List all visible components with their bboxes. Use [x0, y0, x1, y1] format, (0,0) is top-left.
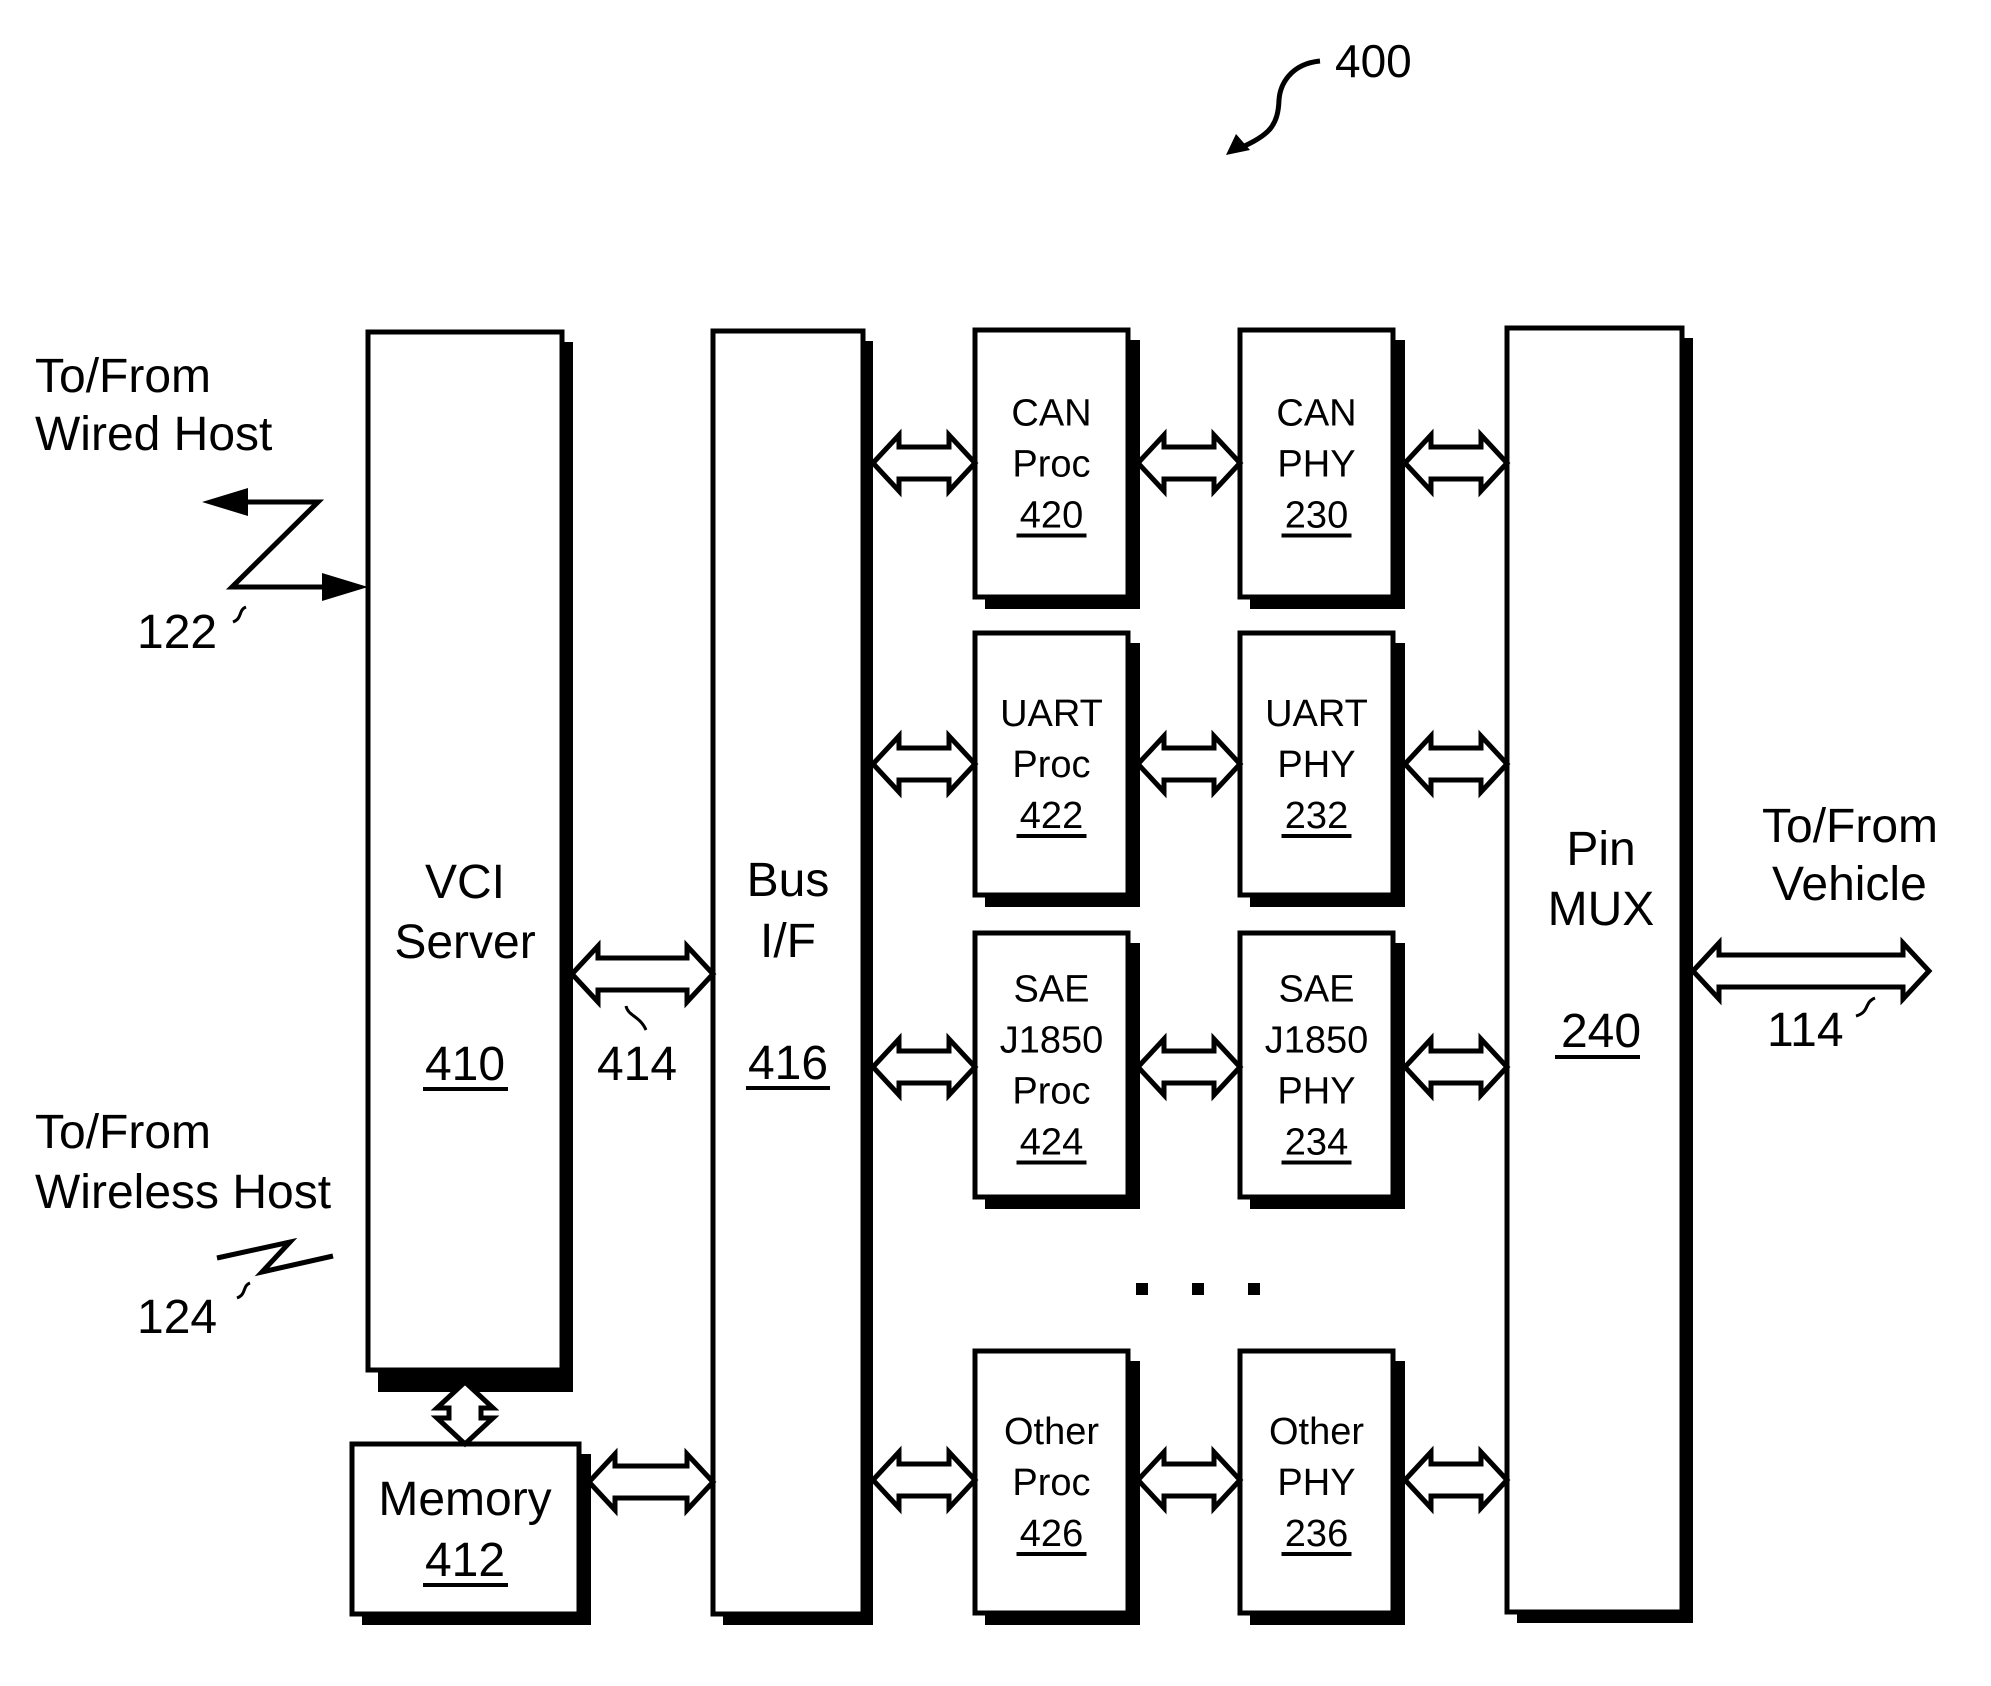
wired-host-link: To/From Wired Host 122 [35, 350, 368, 659]
more-channels-ellipsis [1136, 1283, 1260, 1295]
phy-232-label-line1: UART [1265, 693, 1368, 735]
proc-422-ref: 422 [1020, 795, 1083, 837]
ellipsis-dot [1192, 1283, 1204, 1295]
memory-label: Memory [378, 1473, 551, 1526]
wireless-host-label-line2: Wireless Host [35, 1166, 331, 1219]
figure-reference: 400 [1226, 35, 1412, 155]
bus-to-proc-arrow [869, 428, 979, 498]
pinmux-to-vehicle-arrow [1689, 936, 1933, 1006]
vci-server-label-line2: Server [394, 916, 535, 969]
bus-if-label-line1: Bus [747, 854, 830, 907]
phy-to-pinmux-arrow [1401, 729, 1511, 799]
phy-230-ref: 230 [1285, 495, 1348, 537]
vehicle-label-line1: To/From [1762, 800, 1938, 853]
vci-server-block[interactable]: VCI Server 410 [365, 329, 573, 1392]
wireless-lightning-icon [216, 1237, 334, 1277]
pin-mux-box[interactable] [1504, 325, 1685, 1615]
arrow-left-icon [202, 488, 248, 516]
proc-to-phy-arrow [1134, 1032, 1244, 1102]
block-diagram: 400 To/From Wired Host 122 To/From Wirel… [35, 35, 1938, 1625]
bus-to-proc-arrow [869, 729, 979, 799]
vci-server-box[interactable] [365, 329, 565, 1373]
phy-234-label-line2: J1850 [1265, 1020, 1369, 1062]
bus-if-label-line2: I/F [760, 915, 816, 968]
phy-232-ref: 232 [1285, 795, 1348, 837]
bus-to-proc-arrow [869, 1445, 979, 1515]
phy-234-block[interactable]: SAE J1850 PHY 234 [1237, 930, 1405, 1209]
bus-to-proc-arrow [869, 1032, 979, 1102]
ellipsis-dot [1248, 1283, 1260, 1295]
proc-422-block[interactable]: UART Proc 422 [972, 630, 1140, 907]
proc-420-ref: 420 [1020, 495, 1083, 537]
proc-426-ref: 426 [1020, 1513, 1083, 1555]
proc-424-label-line3: Proc [1012, 1071, 1090, 1113]
vehicle-link: To/From Vehicle 114 [1762, 800, 1938, 1057]
proc-to-phy-arrow [1134, 1445, 1244, 1515]
vci-bus-link-ref: 414 [597, 1038, 677, 1091]
ref-leader-squiggle [624, 1005, 648, 1031]
ellipsis-dot [1136, 1283, 1148, 1295]
proc-420-label-line1: CAN [1011, 393, 1091, 435]
memory-ref: 412 [425, 1534, 505, 1587]
phy-to-pinmux-arrow [1401, 1445, 1511, 1515]
wired-host-ref: 122 [137, 606, 217, 659]
phy-to-pinmux-arrow [1401, 1032, 1511, 1102]
pin-mux-label-line2: MUX [1548, 883, 1655, 936]
arrow-right-icon [322, 573, 368, 601]
phy-236-label-line2: PHY [1277, 1462, 1355, 1504]
ref-leader-squiggle [232, 605, 247, 624]
phy-232-label-line2: PHY [1277, 744, 1355, 786]
proc-420-label-line2: Proc [1012, 444, 1090, 486]
phy-230-label-line2: PHY [1277, 444, 1355, 486]
phy-234-label-line3: PHY [1277, 1071, 1355, 1113]
vci-server-label-line1: VCI [425, 856, 505, 909]
bus-if-block[interactable]: Bus I/F 416 [710, 328, 873, 1625]
proc-426-label-line2: Proc [1012, 1462, 1090, 1504]
reference-leader-curve [1239, 58, 1321, 151]
proc-422-label-line2: Proc [1012, 744, 1090, 786]
vci-server-ref: 410 [425, 1038, 505, 1091]
phy-to-pinmux-arrow [1401, 428, 1511, 498]
proc-426-label-line1: Other [1004, 1411, 1099, 1453]
wireless-host-ref: 124 [137, 1291, 217, 1344]
bus-if-ref: 416 [748, 1037, 828, 1090]
phy-234-ref: 234 [1285, 1122, 1348, 1164]
phy-232-block[interactable]: UART PHY 232 [1237, 630, 1405, 907]
ref-leader-squiggle [1855, 996, 1876, 1018]
proc-to-phy-arrow [1134, 428, 1244, 498]
proc-426-block[interactable]: Other Proc 426 [972, 1348, 1140, 1625]
phy-234-label-line1: SAE [1278, 969, 1354, 1011]
pin-mux-label-line1: Pin [1566, 823, 1635, 876]
proc-424-label-line1: SAE [1013, 969, 1089, 1011]
vehicle-ref: 114 [1767, 1004, 1844, 1057]
protocol-rows: CAN Proc 420 CAN PHY 230 UART Proc 422 UART PHY 232… [972, 327, 1405, 1625]
wired-host-label-line1: To/From [35, 350, 211, 403]
proc-424-block[interactable]: SAE J1850 Proc 424 [972, 930, 1140, 1209]
ref-leader-squiggle [236, 1281, 251, 1300]
phy-236-label-line1: Other [1269, 1411, 1364, 1453]
proc-422-label-line1: UART [1000, 693, 1103, 735]
bidirectional-arrows [430, 428, 1933, 1517]
phy-236-block[interactable]: Other PHY 236 [1237, 1348, 1405, 1625]
pin-mux-block[interactable]: Pin MUX 240 [1504, 325, 1693, 1623]
vehicle-label-line2: Vehicle [1772, 858, 1927, 911]
proc-420-block[interactable]: CAN Proc 420 [972, 327, 1140, 609]
wireless-host-label-line1: To/From [35, 1106, 211, 1159]
figure-number: 400 [1335, 35, 1412, 87]
proc-to-phy-arrow [1134, 729, 1244, 799]
memory-to-bus-arrow [585, 1447, 717, 1517]
wired-host-label-line2: Wired Host [35, 408, 272, 461]
vci-to-bus-arrow [568, 939, 717, 1009]
pin-mux-ref: 240 [1561, 1005, 1641, 1058]
proc-424-ref: 424 [1020, 1122, 1083, 1164]
bus-if-box[interactable] [710, 328, 866, 1617]
phy-230-label-line1: CAN [1276, 393, 1356, 435]
wireless-host-link: To/From Wireless Host 124 [35, 1106, 334, 1344]
phy-230-block[interactable]: CAN PHY 230 [1237, 327, 1405, 609]
memory-box[interactable] [349, 1441, 582, 1617]
proc-424-label-line2: J1850 [1000, 1020, 1104, 1062]
memory-block[interactable]: Memory 412 [349, 1441, 591, 1625]
phy-236-ref: 236 [1285, 1513, 1348, 1555]
